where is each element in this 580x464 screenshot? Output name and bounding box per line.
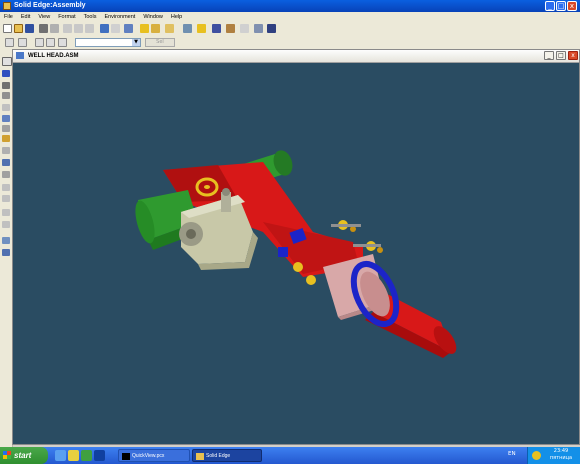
undo-icon[interactable] — [100, 24, 109, 33]
menu-edit[interactable]: Edit — [17, 12, 34, 22]
paste-icon[interactable] — [85, 24, 94, 33]
open-folder-icon[interactable] — [14, 24, 23, 33]
select-arrow-icon[interactable] — [2, 57, 12, 66]
measure-icon[interactable] — [212, 24, 221, 33]
minimize-button[interactable]: _ — [545, 1, 555, 11]
connect-icon[interactable] — [2, 184, 10, 191]
blue-ring — [350, 261, 400, 327]
rotate-part-icon[interactable] — [2, 125, 10, 132]
sort-icon[interactable] — [226, 24, 235, 33]
menu-window[interactable]: Window — [139, 12, 167, 22]
save-icon[interactable] — [25, 24, 34, 33]
task-quickview[interactable]: QuickView.pcx — [118, 449, 190, 462]
media-quicklaunch-icon[interactable] — [81, 450, 92, 461]
explode-icon[interactable] — [2, 249, 10, 256]
app-title: Solid Edge:Assembly — [14, 2, 86, 9]
cut-icon[interactable] — [63, 24, 72, 33]
menu-file[interactable]: File — [0, 12, 17, 22]
doc-minimize-button[interactable]: _ — [544, 51, 554, 60]
model-viewport[interactable] — [13, 62, 579, 444]
grid-icon[interactable] — [254, 24, 263, 33]
select-dropdown-icon[interactable] — [46, 38, 55, 47]
zoom-tool-icon[interactable] — [18, 38, 27, 47]
task-quickview-label: QuickView.pcx — [132, 453, 165, 459]
menu-bar: File Edit View Format Tools Environment Window… — [0, 12, 580, 22]
copy-icon[interactable] — [74, 24, 83, 33]
axial-align-icon[interactable] — [2, 209, 10, 216]
mate-icon[interactable] — [2, 147, 10, 154]
document-title: WELL HEAD.ASM — [28, 53, 79, 59]
selection-filter-combo[interactable]: ▼ — [75, 38, 141, 47]
app-quicklaunch-icon[interactable] — [94, 450, 105, 461]
standard-toolbar — [0, 22, 580, 36]
ie-quicklaunch-icon[interactable] — [55, 450, 66, 461]
quickview-task-icon — [122, 453, 130, 460]
tray-icon[interactable] — [532, 451, 541, 460]
assembly-tool-icon[interactable] — [124, 24, 133, 33]
print-preview-icon[interactable] — [50, 24, 59, 33]
clock[interactable]: 23:49 пятница — [546, 448, 576, 462]
folder-quicklaunch-icon[interactable] — [68, 450, 79, 461]
tangent-icon[interactable] — [2, 221, 10, 228]
angle-icon[interactable] — [2, 195, 10, 202]
doc-maximize-button[interactable]: □ — [556, 51, 566, 60]
app-title-bar: Solid Edge:Assembly _ □ x — [0, 0, 580, 12]
start-button[interactable]: start — [0, 447, 48, 464]
move-part-icon[interactable] — [2, 115, 10, 122]
close-button[interactable]: x — [567, 1, 577, 11]
place-part-icon[interactable] — [165, 24, 174, 33]
solid-edge-task-icon — [196, 453, 204, 460]
system-tray: 23:49 пятница — [527, 447, 580, 464]
menu-tools[interactable]: Tools — [80, 12, 101, 22]
select-tool-icon[interactable] — [140, 24, 149, 33]
maximize-button[interactable]: □ — [556, 1, 566, 11]
window-tool-icon[interactable] — [5, 38, 14, 47]
highlight-icon[interactable] — [197, 24, 206, 33]
view-tool-icon[interactable] — [183, 24, 192, 33]
align-icon[interactable] — [2, 159, 10, 166]
pattern-part-icon[interactable] — [2, 92, 10, 99]
part-tool-icon[interactable] — [151, 24, 160, 33]
document-window: WELL HEAD.ASM _ □ x — [12, 49, 580, 445]
mirror-part-icon[interactable] — [2, 104, 10, 111]
clock-time: 23:49 — [553, 448, 569, 454]
relationship-icon[interactable] — [2, 135, 10, 142]
language-indicator[interactable]: EN — [508, 451, 516, 457]
task-solid-edge[interactable]: Solid Edge — [192, 449, 262, 462]
clock-day: пятница — [549, 455, 573, 461]
taskbar: start QuickView.pcx Solid Edge EN 23:49 … — [0, 447, 580, 464]
place-part-tool-icon[interactable] — [2, 70, 10, 77]
filter-icon[interactable] — [58, 38, 67, 47]
menu-environment[interactable]: Environment — [100, 12, 139, 22]
chevron-down-icon[interactable]: ▼ — [132, 39, 140, 46]
task-solid-edge-label: Solid Edge — [206, 453, 231, 459]
menu-format[interactable]: Format — [54, 12, 79, 22]
start-label: start — [14, 451, 32, 460]
pointer-icon[interactable] — [240, 24, 249, 33]
new-file-icon[interactable] — [3, 24, 12, 33]
windows-logo-icon — [3, 451, 11, 459]
insert-icon[interactable] — [2, 171, 10, 178]
interference-icon[interactable] — [2, 237, 10, 244]
print-icon[interactable] — [39, 24, 48, 33]
help-icon[interactable] — [267, 24, 276, 33]
disabled-select-button[interactable]: Sel — [145, 38, 175, 47]
doc-close-button[interactable]: x — [568, 51, 578, 60]
replace-part-icon[interactable] — [2, 82, 10, 89]
menu-help[interactable]: Help — [167, 12, 186, 22]
redo-icon[interactable] — [111, 24, 120, 33]
app-icon[interactable] — [3, 2, 11, 10]
assembly-document-icon — [16, 52, 24, 59]
menu-view[interactable]: View — [34, 12, 54, 22]
fit-tool-icon[interactable] — [35, 38, 44, 47]
